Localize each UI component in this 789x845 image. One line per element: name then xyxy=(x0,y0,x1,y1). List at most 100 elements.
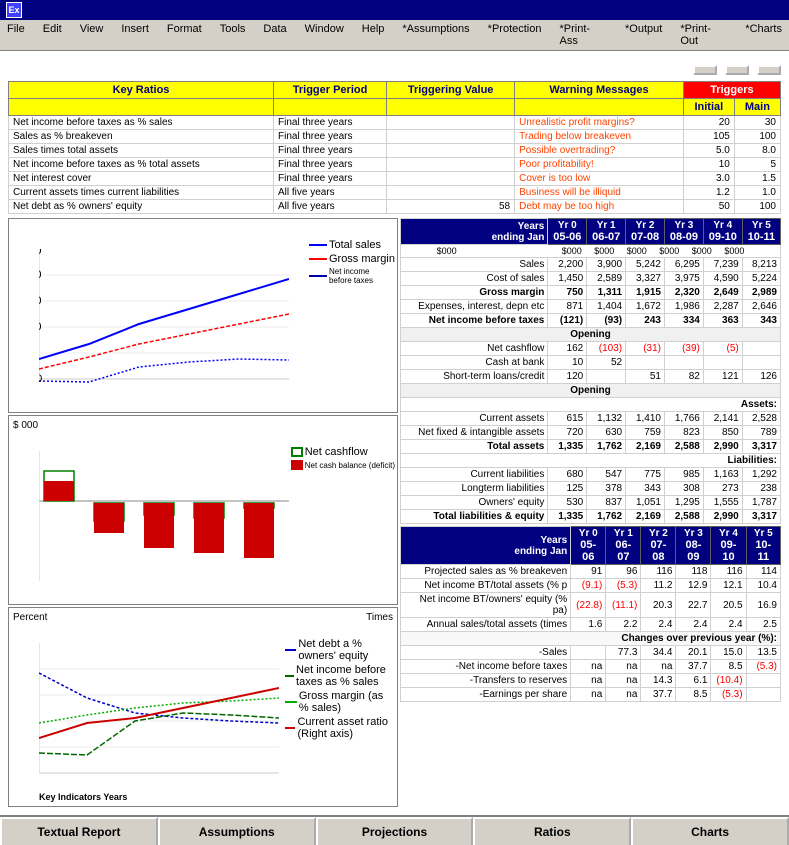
col-key-ratios: Key Ratios xyxy=(9,82,274,99)
cell-3-3-3: 2,588 xyxy=(664,440,703,454)
r2-cell-2-1: (11.1) xyxy=(606,593,641,618)
menu-item-data[interactable]: Data xyxy=(260,22,289,48)
menu-item-help[interactable]: Help xyxy=(359,22,388,48)
col-triggers: Triggers xyxy=(683,82,780,99)
cell-0-1-2: 3,327 xyxy=(626,272,665,286)
print-dashboard-btn[interactable] xyxy=(757,65,781,75)
r2-cell-2-2: 20.3 xyxy=(641,593,676,618)
col-yr0: Yr 005-06 xyxy=(548,219,587,245)
cell-2-2-3: 82 xyxy=(664,370,703,384)
ratio-warning-6: Debt may be too high xyxy=(515,200,684,214)
cell-2-1-2 xyxy=(626,356,665,370)
cell-3-6-0: 125 xyxy=(548,482,587,496)
menu-item-file[interactable]: File xyxy=(4,22,28,48)
menu-item-tools[interactable]: Tools xyxy=(217,22,249,48)
years-header: Yearsending Jan xyxy=(401,219,548,245)
ratio-value-3 xyxy=(387,158,515,172)
r2-label-5: -Sales xyxy=(401,646,571,660)
cell-0-2-1: 1,311 xyxy=(587,286,626,300)
r2-section-4: Changes over previous year (%): xyxy=(401,632,781,646)
main-content: Key Ratios Trigger Period Triggering Val… xyxy=(0,51,789,815)
cell-1-1-1: (93) xyxy=(587,314,626,328)
cell-2-2-5: 126 xyxy=(742,370,780,384)
r2-cell-5-2: 34.4 xyxy=(641,646,676,660)
cell-3-8-4: 2,990 xyxy=(703,510,742,524)
cell-3-2-0: 720 xyxy=(548,426,587,440)
menu-item-view[interactable]: View xyxy=(77,22,107,48)
row-label-3-5: Current liabilities xyxy=(401,468,548,482)
cell-3-1-0: 615 xyxy=(548,412,587,426)
ki-y-right-label: Times xyxy=(366,612,393,623)
svg-text:-1,000: -1,000 xyxy=(39,373,42,385)
r2-cell-2-5: 16.9 xyxy=(746,593,780,618)
key-ratios-table: Key Ratios Trigger Period Triggering Val… xyxy=(8,81,781,214)
col-triggering-value: Triggering Value xyxy=(387,82,515,99)
menu-item-output[interactable]: *Output xyxy=(622,22,665,48)
svg-text:6,000: 6,000 xyxy=(39,269,42,281)
menu-item-insert[interactable]: Insert xyxy=(118,22,152,48)
more-ratios-btn[interactable] xyxy=(725,65,749,75)
row-label-1-0: Expenses, interest, depn etc xyxy=(401,300,548,314)
row-label-3-3: Total assets xyxy=(401,440,548,454)
r2-cell-8-5 xyxy=(746,688,780,702)
menu-bar: File Edit View Insert Format Tools Data Window H… xyxy=(0,20,789,51)
col-trigger-period-sub xyxy=(273,99,386,116)
ki-legend: Net debt a % owners' equity Net income b… xyxy=(285,638,395,740)
dashboard-help-btn[interactable] xyxy=(693,65,717,75)
sales-legend: Total sales Gross margin Net incomebefor… xyxy=(309,239,395,285)
ki-chart-svg: 0 20 40 60 80 2.0 1.9 1.8 1.7 1.7 xyxy=(39,643,279,783)
r2-cell-2-4: 20.5 xyxy=(711,593,746,618)
row-label-3-7: Owners' equity xyxy=(401,496,548,510)
cell-2-1-4 xyxy=(703,356,742,370)
ratio-warning-0: Unrealistic profit margins? xyxy=(515,116,684,130)
r2-label-0: Projected sales as % breakeven xyxy=(401,565,571,579)
col-yr3: Yr 308-09 xyxy=(664,219,703,245)
menu-item-print-ass[interactable]: *Print-Ass xyxy=(556,22,610,48)
ratio-value-1 xyxy=(387,130,515,144)
r2-cell-0-0: 91 xyxy=(571,565,606,579)
cell-1-1-5: 343 xyxy=(742,314,780,328)
menu-item-protection[interactable]: *Protection xyxy=(485,22,545,48)
ratio-period-5: All five years xyxy=(273,186,386,200)
app-icon: Ex xyxy=(6,2,22,18)
r2-cell-7-3: 6.1 xyxy=(676,674,711,688)
menu-item-edit[interactable]: Edit xyxy=(40,22,65,48)
cell-3-5-3: 985 xyxy=(664,468,703,482)
subsection-3-0: Assets: xyxy=(401,398,781,412)
charts-data-section: -1,000 0 2,000 4,000 6,000 8,000 Total s… xyxy=(8,218,781,807)
menu-item-assumptions[interactable]: *Assumptions xyxy=(399,22,472,48)
r2-cell-7-5 xyxy=(746,674,780,688)
menu-item-charts[interactable]: *Charts xyxy=(742,22,785,48)
cell-3-8-2: 2,169 xyxy=(626,510,665,524)
cell-3-7-3: 1,295 xyxy=(664,496,703,510)
row-label-1-1: Net income before taxes xyxy=(401,314,548,328)
r2-cell-5-1: 77.3 xyxy=(606,646,641,660)
ratio-period-2: Final three years xyxy=(273,144,386,158)
row-label-3-6: Longterm liabilities xyxy=(401,482,548,496)
cell-0-0-3: 6,295 xyxy=(664,258,703,272)
cell-3-5-2: 775 xyxy=(626,468,665,482)
col-trigger-period: Trigger Period xyxy=(273,82,386,99)
ratio-period-0: Final three years xyxy=(273,116,386,130)
ratio-warning-1: Trading below breakeven xyxy=(515,130,684,144)
cell-0-2-5: 2,989 xyxy=(742,286,780,300)
ratio-value-4 xyxy=(387,172,515,186)
col-triggering-value-sub xyxy=(387,99,515,116)
cell-1-1-0: (121) xyxy=(548,314,587,328)
ratio-name-2: Sales times total assets xyxy=(9,144,274,158)
cell-3-7-5: 1,787 xyxy=(742,496,780,510)
menu-item-print-out[interactable]: *Print-Out xyxy=(677,22,730,48)
ratio-main-5: 1.0 xyxy=(734,186,780,200)
cell-2-0-0: 162 xyxy=(548,342,587,356)
cell-3-6-5: 238 xyxy=(742,482,780,496)
col-warning-messages-sub xyxy=(515,99,684,116)
menu-item-format[interactable]: Format xyxy=(164,22,205,48)
cashflow-legend: Net cashflow Net cash balance (deficit) xyxy=(291,446,395,470)
subsection-3-4: Liabilities: xyxy=(401,454,781,468)
cashflow-chart-box: $ 000 2 xyxy=(8,415,398,605)
col-yr2: Yr 207-08 xyxy=(626,219,665,245)
menu-item-window[interactable]: Window xyxy=(302,22,347,48)
cell-3-5-4: 1,163 xyxy=(703,468,742,482)
cell-3-7-1: 837 xyxy=(587,496,626,510)
cell-3-3-2: 2,169 xyxy=(626,440,665,454)
